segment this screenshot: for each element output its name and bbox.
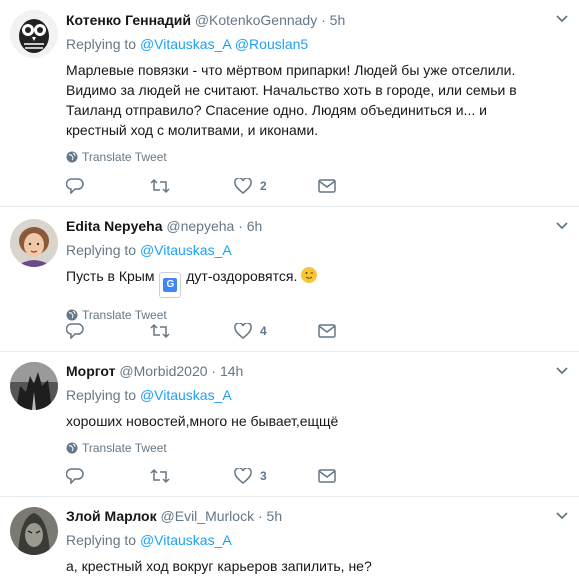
avatar-woman[interactable]: [10, 219, 58, 267]
user-handle[interactable]: @KotenkoGennady: [195, 12, 317, 28]
globe-icon: [66, 442, 78, 454]
translate-label: Translate Tweet: [82, 150, 167, 164]
heart-icon: [234, 468, 252, 484]
reply-button[interactable]: [66, 178, 150, 194]
timestamp[interactable]: 5h: [330, 12, 346, 28]
reply-icon: [66, 178, 84, 194]
translate-tweet-link[interactable]: Translate Tweet: [66, 150, 545, 164]
tweet-4[interactable]: Злой Марлок @Evil_Murlock · 5h Replying …: [0, 497, 579, 577]
chevron-down-icon[interactable]: [555, 364, 569, 378]
direct-message-button[interactable]: [318, 469, 402, 483]
tweet-2[interactable]: Edita Nepyeha @nepyeha · 6h Replying to …: [0, 207, 579, 352]
separator-dot: ·: [257, 508, 263, 524]
retweet-icon: [150, 178, 170, 194]
mention-link[interactable]: @Vitauskas_A: [140, 532, 232, 548]
user-handle[interactable]: @nepyeha: [166, 218, 234, 234]
display-name[interactable]: Злой Марлок: [66, 508, 157, 524]
mention-link[interactable]: @Rouslan5: [235, 36, 308, 52]
separator-dot: ·: [321, 12, 326, 28]
tweet-header: Котенко Геннадий @KotenkoGennady · 5h: [66, 10, 545, 30]
mention-link[interactable]: @Vitauskas_A: [140, 242, 232, 258]
reply-icon: [66, 468, 84, 484]
chevron-down-icon[interactable]: [555, 509, 569, 523]
mention-link[interactable]: @Vitauskas_A: [140, 387, 232, 403]
tweet-text: Пусть в Крым G дут-оздоровятся.: [66, 266, 545, 298]
like-button[interactable]: 2: [234, 178, 318, 194]
mention-link[interactable]: @Vitauskas_A: [140, 36, 231, 52]
tweet-1[interactable]: Котенко Геннадий @KotenkoGennady · 5h Re…: [0, 0, 579, 207]
translate-label: Translate Tweet: [82, 441, 167, 455]
reply-icon: [66, 323, 84, 339]
display-name[interactable]: Моргот: [66, 363, 115, 379]
message-icon: [318, 469, 336, 483]
translate-tweet-link[interactable]: Translate Tweet: [66, 441, 545, 455]
message-icon: [318, 179, 336, 193]
avatar-dark-figure[interactable]: [10, 362, 58, 410]
like-count: 2: [260, 179, 267, 193]
message-icon: [318, 324, 336, 338]
user-handle[interactable]: @Morbid2020: [119, 363, 207, 379]
retweet-button[interactable]: [150, 468, 234, 484]
like-count: 4: [260, 324, 267, 338]
tweet-actions: 4: [66, 323, 402, 339]
heart-icon: [234, 323, 252, 339]
replying-to: Replying to @Vitauskas_A: [66, 530, 545, 550]
globe-icon: [66, 309, 78, 321]
tweet-text: Марлевые повязки - что мёртвом припарки!…: [66, 62, 517, 138]
reply-button[interactable]: [66, 468, 150, 484]
direct-message-button[interactable]: [318, 324, 402, 338]
google-translate-letter: G: [163, 278, 178, 292]
separator-dot: ·: [238, 218, 243, 234]
like-button[interactable]: 4: [234, 323, 318, 339]
tweet-actions: 2: [66, 178, 402, 194]
replying-to: Replying to @Vitauskas_A: [66, 240, 545, 260]
tweet-text-part: Пусть в Крым: [66, 268, 155, 284]
retweet-button[interactable]: [150, 178, 234, 194]
avatar-owl[interactable]: [10, 10, 58, 58]
tweet-header: Моргот @Morbid2020 · 14h: [66, 361, 545, 381]
display-name[interactable]: Котенко Геннадий: [66, 12, 191, 28]
chevron-down-icon[interactable]: [555, 12, 569, 26]
heart-icon: [234, 178, 252, 194]
winking-face-icon: [301, 267, 318, 283]
replying-to: Replying to @Vitauskas_A: [66, 385, 545, 405]
tweet-text: а, крестный ход вокруг карьеров запилить…: [66, 558, 372, 574]
replying-to-label: Replying to: [66, 532, 137, 548]
replying-to-label: Replying to: [66, 36, 137, 52]
translate-label: Translate Tweet: [82, 308, 167, 322]
tweet-text-part: дут-оздоровятся.: [186, 268, 298, 284]
translate-tweet-link[interactable]: Translate Tweet: [66, 308, 545, 322]
retweet-icon: [150, 468, 170, 484]
replying-to: Replying to @Vitauskas_A @Rouslan5: [66, 34, 545, 54]
google-translate-icon[interactable]: G: [159, 272, 182, 298]
separator-dot: ·: [211, 363, 217, 379]
replying-to-label: Replying to: [66, 387, 137, 403]
globe-icon: [66, 151, 78, 163]
retweet-icon: [150, 323, 170, 339]
tweet-header: Edita Nepyeha @nepyeha · 6h: [66, 216, 545, 236]
like-count: 3: [260, 469, 267, 483]
display-name[interactable]: Edita Nepyeha: [66, 218, 162, 234]
avatar-hooded-creature[interactable]: [10, 507, 58, 555]
replying-to-label: Replying to: [66, 242, 137, 258]
reply-button[interactable]: [66, 323, 150, 339]
direct-message-button[interactable]: [318, 179, 402, 193]
timestamp[interactable]: 6h: [247, 218, 263, 234]
tweet-3[interactable]: Моргот @Morbid2020 · 14h Replying to @Vi…: [0, 352, 579, 497]
tweet-text: хороших новостей,много не бывает,ещщё: [66, 413, 339, 429]
user-handle[interactable]: @Evil_Murlock: [161, 508, 255, 524]
chevron-down-icon[interactable]: [555, 219, 569, 233]
tweet-actions: 3: [66, 468, 402, 484]
timestamp[interactable]: 5h: [267, 508, 283, 524]
timestamp[interactable]: 14h: [220, 363, 243, 379]
tweet-header: Злой Марлок @Evil_Murlock · 5h: [66, 506, 545, 526]
like-button[interactable]: 3: [234, 468, 318, 484]
retweet-button[interactable]: [150, 323, 234, 339]
